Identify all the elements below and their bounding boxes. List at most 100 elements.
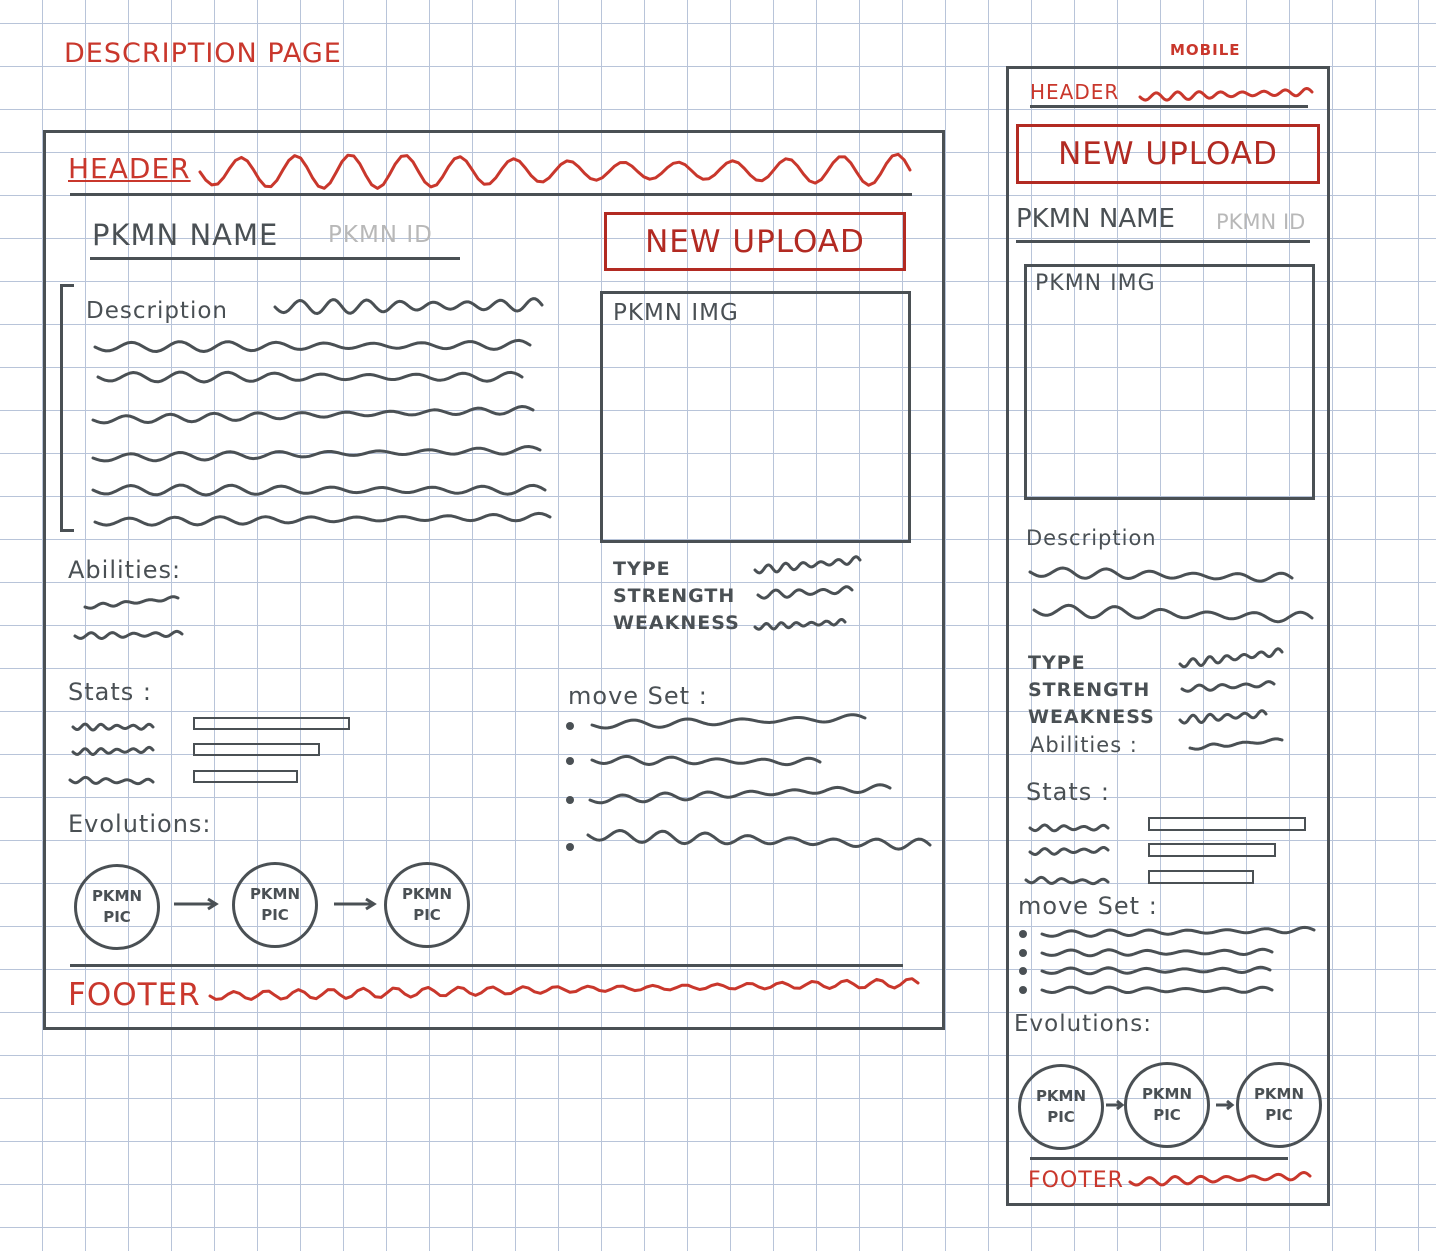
- desktop-name-underline: [90, 257, 460, 260]
- mobile-stat-name-squiggle: [1024, 875, 1110, 886]
- squiggle-stroke: [93, 338, 532, 353]
- desktop-move-line: [588, 783, 892, 805]
- mobile-move-line: [1040, 947, 1274, 958]
- desktop-description-line: [91, 445, 542, 463]
- squiggle-stroke: [1032, 603, 1314, 624]
- arrow-right-icon: [334, 897, 377, 911]
- squiggle-stroke: [1040, 947, 1274, 958]
- mobile-footer-label: FOOTER: [1028, 1168, 1124, 1193]
- pic-label: PKMN: [249, 885, 301, 903]
- squiggle-stroke: [71, 722, 155, 732]
- mobile-label: MOBILE: [1170, 41, 1241, 59]
- desktop-stat-bar: [193, 770, 298, 783]
- squiggle-stroke: [1188, 737, 1284, 751]
- mobile-type-label: TYPE: [1028, 652, 1086, 674]
- desktop-ability-line: [73, 629, 184, 640]
- arrow-right-icon: [1216, 1099, 1235, 1111]
- squiggle-stroke: [208, 977, 920, 1001]
- squiggle-stroke: [91, 445, 542, 463]
- mobile-strength-value-squiggle: [1180, 680, 1276, 693]
- mobile-pkmn-image: PKMN IMG: [1024, 264, 1315, 500]
- pic-label: PKMN: [1035, 1087, 1087, 1105]
- mobile-move-line: [1040, 965, 1272, 976]
- mobile-weakness-label: WEAKNESS: [1028, 706, 1155, 728]
- mobile-stat-name-squiggle: [1028, 846, 1110, 856]
- squiggle-stroke: [91, 405, 535, 425]
- pic-label: PIC: [261, 906, 289, 924]
- desktop-header-divider: [70, 193, 912, 196]
- desktop-description-line: [91, 405, 535, 425]
- desktop-pkmn-image-label: PKMN IMG: [613, 300, 739, 326]
- squiggle-stroke: [753, 618, 847, 631]
- desktop-pkmn-id: PKMN ID: [328, 222, 433, 248]
- squiggle-stroke: [756, 585, 854, 600]
- desktop-header-label: HEADER: [68, 152, 191, 185]
- desktop-strength-label: STRENGTH: [613, 585, 736, 607]
- mobile-footer-squiggle: [1128, 1171, 1312, 1187]
- mobile-stat-bar: [1148, 870, 1254, 884]
- pic-label: PIC: [1153, 1106, 1181, 1124]
- desktop-move-line: [590, 754, 822, 767]
- squiggle-stroke: [590, 713, 867, 730]
- desktop-footer-squiggle: [208, 977, 920, 1001]
- squiggle-stroke: [273, 297, 544, 315]
- squiggle-stroke: [68, 775, 155, 786]
- arrow-right-icon: [1106, 1099, 1125, 1111]
- desktop-stat-name-squiggle: [68, 775, 155, 786]
- mobile-abilities-label: Abilities :: [1030, 733, 1138, 757]
- mobile-move-line: [1040, 925, 1316, 938]
- mobile-footer-divider: [1030, 1157, 1288, 1160]
- mobile-strength-label: STRENGTH: [1028, 679, 1151, 701]
- squiggle-stroke: [93, 511, 552, 527]
- squiggle-stroke: [586, 829, 932, 851]
- mobile-pkmn-image-label: PKMN IMG: [1035, 271, 1156, 296]
- squiggle-stroke: [1028, 566, 1294, 583]
- squiggle-stroke: [1040, 965, 1272, 976]
- pic-label: PIC: [1047, 1108, 1075, 1126]
- squiggle-stroke: [96, 370, 524, 384]
- mobile-description-line: [1028, 566, 1294, 583]
- mobile-move-bullet: [1019, 930, 1027, 938]
- mobile-move-line: [1040, 985, 1274, 995]
- desktop-description-line: [93, 511, 552, 527]
- mobile-stat-bar: [1148, 817, 1306, 831]
- squiggle-stroke: [1040, 925, 1316, 938]
- squiggle-stroke: [83, 595, 180, 610]
- desktop-move-line: [590, 713, 867, 730]
- mobile-ability-value-squiggle: [1188, 737, 1284, 751]
- mobile-new-upload-button[interactable]: NEW UPLOAD: [1016, 124, 1320, 184]
- desktop-ability-line: [83, 595, 180, 610]
- desktop-description-bracket: [60, 284, 74, 532]
- desktop-description-line: [96, 370, 524, 384]
- squiggle-stroke: [1040, 985, 1274, 995]
- squiggle-stroke: [1180, 680, 1276, 693]
- pic-label: PIC: [1265, 1106, 1293, 1124]
- squiggle-stroke: [71, 745, 155, 756]
- desktop-pkmn-name: PKMN NAME: [92, 218, 279, 252]
- desktop-description-line: [91, 483, 547, 497]
- squiggle-stroke: [1028, 846, 1110, 856]
- mobile-stat-bar: [1148, 843, 1276, 857]
- squiggle-stroke: [1178, 647, 1284, 669]
- mobile-evolution-pic-3: PKMN PIC: [1236, 1062, 1322, 1148]
- squiggle-stroke: [73, 629, 184, 640]
- mobile-evolutions-label: Evolutions:: [1014, 1011, 1152, 1037]
- desktop-stats-label: Stats :: [68, 678, 152, 706]
- desktop-new-upload-button[interactable]: NEW UPLOAD: [604, 212, 906, 271]
- desktop-move-set-label: move Set :: [568, 682, 708, 710]
- desktop-abilities-label: Abilities:: [68, 556, 182, 584]
- pic-label: PKMN: [1253, 1085, 1305, 1103]
- squiggle-stroke: [590, 754, 822, 767]
- desktop-move-line: [586, 829, 932, 851]
- mobile-stats-label: Stats :: [1026, 778, 1110, 806]
- mobile-type-value-squiggle: [1178, 647, 1284, 669]
- mobile-name-underline: [1016, 240, 1310, 243]
- mobile-description-label: Description: [1026, 526, 1157, 550]
- mobile-move-bullet: [1019, 967, 1027, 975]
- desktop-description-line: [93, 338, 532, 353]
- mobile-pkmn-name: PKMN NAME: [1016, 204, 1175, 234]
- mobile-evolution-pic-2: PKMN PIC: [1124, 1062, 1210, 1148]
- desktop-move-bullet: [566, 843, 574, 851]
- desktop-evolution-pic-1: PKMN PIC: [74, 864, 160, 950]
- desktop-pkmn-image: PKMN IMG: [600, 291, 911, 543]
